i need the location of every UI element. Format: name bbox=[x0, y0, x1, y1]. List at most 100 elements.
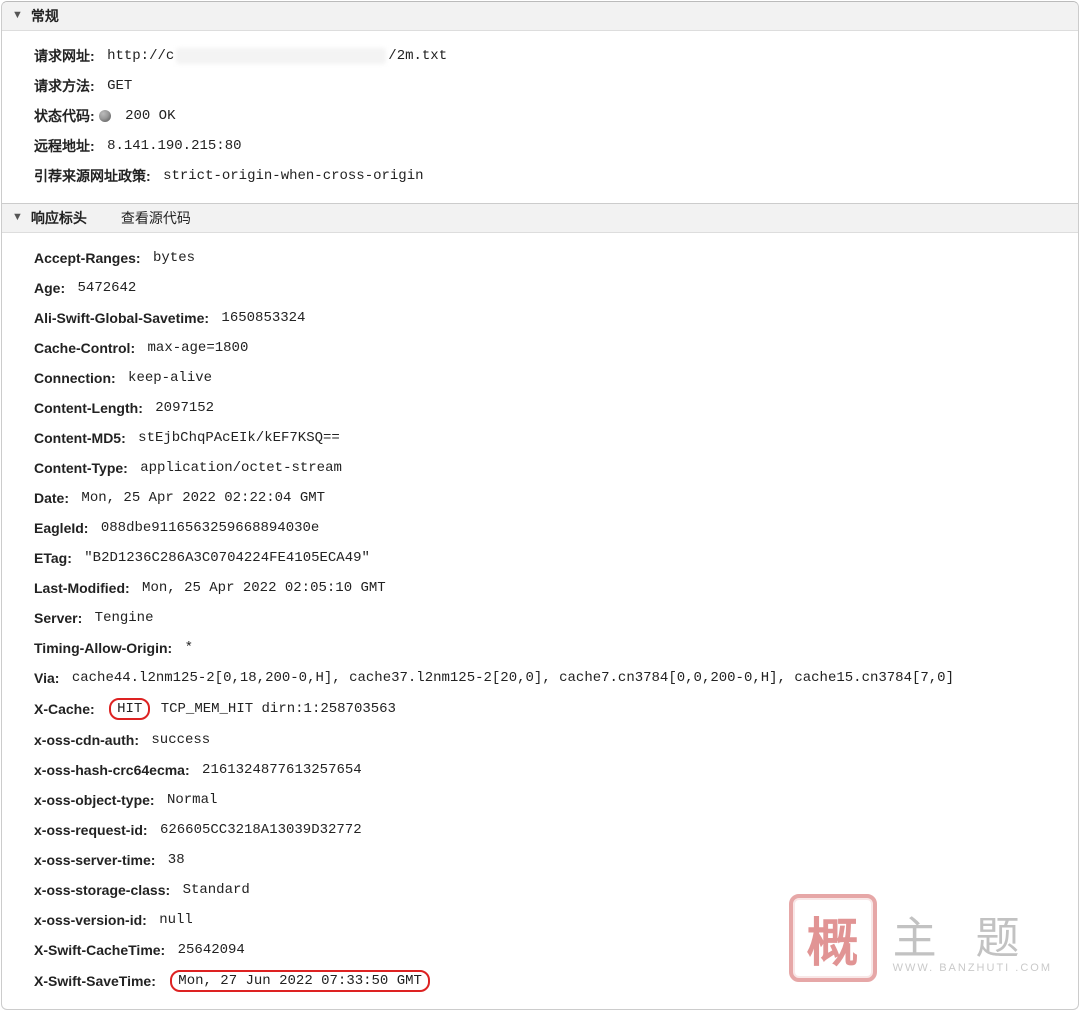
section-general-title: 常规 bbox=[31, 6, 59, 26]
header-row: Cache-Control: max-age=1800 bbox=[2, 333, 1078, 363]
header-name: Server: bbox=[34, 608, 82, 628]
header-name: Content-Length: bbox=[34, 398, 143, 418]
row-label: 请求网址: bbox=[34, 46, 95, 66]
header-row: x-oss-version-id: null bbox=[2, 905, 1078, 935]
header-row: ETag: "B2D1236C286A3C0704224FE4105ECA49" bbox=[2, 543, 1078, 573]
triangle-down-icon: ▼ bbox=[12, 212, 23, 223]
header-name: X-Swift-CacheTime: bbox=[34, 940, 165, 960]
row-label: 状态代码: bbox=[34, 106, 95, 126]
header-value: bytes bbox=[145, 248, 195, 268]
header-row: Via: cache44.l2nm125-2[0,18,200-0,H], ca… bbox=[2, 663, 1078, 693]
row-value-suffix: /2m.txt bbox=[388, 46, 447, 66]
header-name: x-oss-storage-class: bbox=[34, 880, 170, 900]
header-row: Server: Tengine bbox=[2, 603, 1078, 633]
header-name: Content-Type: bbox=[34, 458, 128, 478]
header-row: x-oss-object-type: Normal bbox=[2, 785, 1078, 815]
row-value: GET bbox=[99, 76, 133, 96]
header-value: 626605CC3218A13039D32772 bbox=[152, 820, 362, 840]
header-value: * bbox=[176, 638, 193, 658]
header-value: success bbox=[143, 730, 210, 750]
highlighted-value: HIT bbox=[109, 698, 150, 720]
general-row: 远程地址: 8.141.190.215:80 bbox=[2, 131, 1078, 161]
section-general-body: 请求网址: http://c/2m.txt请求方法: GET状态代码: 200 … bbox=[2, 31, 1078, 203]
view-source-link[interactable]: 查看源代码 bbox=[121, 208, 191, 228]
header-name: x-oss-object-type: bbox=[34, 790, 155, 810]
header-name: Last-Modified: bbox=[34, 578, 130, 598]
header-name: x-oss-cdn-auth: bbox=[34, 730, 139, 750]
header-name: x-oss-hash-crc64ecma: bbox=[34, 760, 190, 780]
general-row: 请求方法: GET bbox=[2, 71, 1078, 101]
header-row: x-oss-server-time: 38 bbox=[2, 845, 1078, 875]
header-name: X-Cache: bbox=[34, 699, 95, 719]
header-name: ETag: bbox=[34, 548, 72, 568]
header-name: Age: bbox=[34, 278, 65, 298]
row-value: 200 OK bbox=[117, 106, 176, 126]
header-value: 2097152 bbox=[147, 398, 214, 418]
header-name: x-oss-server-time: bbox=[34, 850, 155, 870]
header-row: X-Swift-CacheTime: 25642094 bbox=[2, 935, 1078, 965]
header-value: 1650853324 bbox=[213, 308, 305, 328]
header-row: Connection: keep-alive bbox=[2, 363, 1078, 393]
header-row: Accept-Ranges: bytes bbox=[2, 243, 1078, 273]
header-value: max-age=1800 bbox=[139, 338, 248, 358]
triangle-down-icon: ▼ bbox=[12, 10, 23, 21]
section-response-headers: ▼ 响应标头 查看源代码 Accept-Ranges: bytes Age: 54… bbox=[2, 203, 1078, 1009]
header-name: Ali-Swift-Global-Savetime: bbox=[34, 308, 209, 328]
row-value: 8.141.190.215:80 bbox=[99, 136, 242, 156]
header-value: 25642094 bbox=[169, 940, 245, 960]
header-value: application/octet-stream bbox=[132, 458, 342, 478]
header-value: Mon, 25 Apr 2022 02:22:04 GMT bbox=[73, 488, 325, 508]
header-name: x-oss-request-id: bbox=[34, 820, 148, 840]
header-row: Content-MD5: stEjbChqPAcEIk/kEF7KSQ== bbox=[2, 423, 1078, 453]
header-name: Content-MD5: bbox=[34, 428, 126, 448]
row-value: strict-origin-when-cross-origin bbox=[155, 166, 424, 186]
header-value: keep-alive bbox=[120, 368, 212, 388]
header-row: Ali-Swift-Global-Savetime: 1650853324 bbox=[2, 303, 1078, 333]
header-value: Normal bbox=[159, 790, 218, 810]
header-row: X-Cache: HIT TCP_MEM_HIT dirn:1:25870356… bbox=[2, 693, 1078, 725]
header-value: 38 bbox=[159, 850, 184, 870]
header-name: Cache-Control: bbox=[34, 338, 135, 358]
section-response-title: 响应标头 bbox=[31, 208, 87, 228]
header-row: EagleId: 088dbe9116563259668894030e bbox=[2, 513, 1078, 543]
row-label: 引荐来源网址政策: bbox=[34, 166, 151, 186]
redacted-segment bbox=[176, 48, 386, 64]
header-name: x-oss-version-id: bbox=[34, 910, 147, 930]
header-name: X-Swift-SaveTime: bbox=[34, 971, 156, 991]
header-value: Mon, 25 Apr 2022 02:05:10 GMT bbox=[134, 578, 386, 598]
header-row: x-oss-storage-class: Standard bbox=[2, 875, 1078, 905]
row-value-prefix: http://c bbox=[99, 46, 175, 66]
general-row: 引荐来源网址政策: strict-origin-when-cross-origi… bbox=[2, 161, 1078, 191]
header-value: 2161324877613257654 bbox=[194, 760, 362, 780]
header-name: Timing-Allow-Origin: bbox=[34, 638, 172, 658]
header-row: Timing-Allow-Origin: * bbox=[2, 633, 1078, 663]
general-row: 状态代码: 200 OK bbox=[2, 101, 1078, 131]
section-general: ▼ 常规 请求网址: http://c/2m.txt请求方法: GET状态代码:… bbox=[2, 2, 1078, 203]
devtools-headers-panel: ▼ 常规 请求网址: http://c/2m.txt请求方法: GET状态代码:… bbox=[1, 1, 1079, 1010]
header-name: Connection: bbox=[34, 368, 116, 388]
header-row: X-Swift-SaveTime: Mon, 27 Jun 2022 07:33… bbox=[2, 965, 1078, 997]
section-response-body: Accept-Ranges: bytes Age: 5472642 Ali-Swif… bbox=[2, 233, 1078, 1009]
header-value: null bbox=[151, 910, 193, 930]
header-value: 5472642 bbox=[69, 278, 136, 298]
section-response-header[interactable]: ▼ 响应标头 查看源代码 bbox=[2, 204, 1078, 233]
header-value: "B2D1236C286A3C0704224FE4105ECA49" bbox=[76, 548, 370, 568]
header-row: Content-Length: 2097152 bbox=[2, 393, 1078, 423]
header-name: Date: bbox=[34, 488, 69, 508]
header-value: Tengine bbox=[86, 608, 153, 628]
header-name: Via: bbox=[34, 668, 59, 688]
header-value: Mon, 27 Jun 2022 07:33:50 GMT bbox=[160, 970, 432, 992]
header-row: Date: Mon, 25 Apr 2022 02:22:04 GMT bbox=[2, 483, 1078, 513]
general-row: 请求网址: http://c/2m.txt bbox=[2, 41, 1078, 71]
header-row: Last-Modified: Mon, 25 Apr 2022 02:05:10… bbox=[2, 573, 1078, 603]
row-label: 请求方法: bbox=[34, 76, 95, 96]
header-value: cache44.l2nm125-2[0,18,200-0,H], cache37… bbox=[63, 668, 954, 688]
header-name: Accept-Ranges: bbox=[34, 248, 141, 268]
header-row: x-oss-request-id: 626605CC3218A13039D327… bbox=[2, 815, 1078, 845]
highlighted-value: Mon, 27 Jun 2022 07:33:50 GMT bbox=[170, 970, 430, 992]
header-row: x-oss-cdn-auth: success bbox=[2, 725, 1078, 755]
header-value: 088dbe9116563259668894030e bbox=[92, 518, 319, 538]
header-value: HIT TCP_MEM_HIT dirn:1:258703563 bbox=[99, 698, 396, 720]
header-row: Content-Type: application/octet-stream bbox=[2, 453, 1078, 483]
section-general-header[interactable]: ▼ 常规 bbox=[2, 2, 1078, 31]
